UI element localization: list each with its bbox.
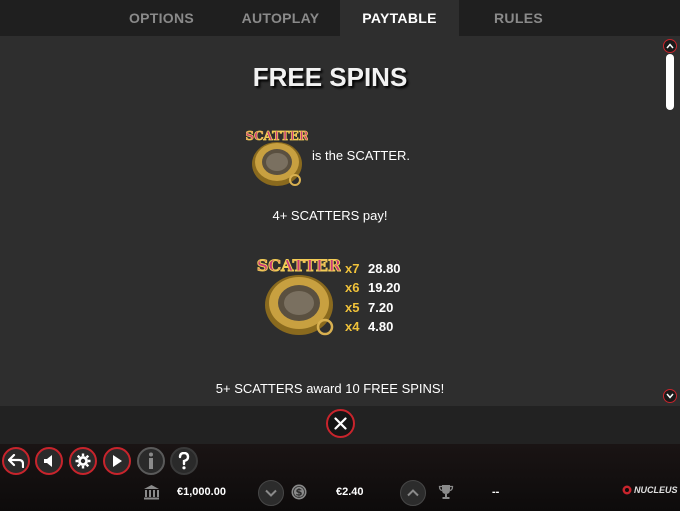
scatter-badge-text: SCATTER xyxy=(246,129,308,143)
payout-count: x6 xyxy=(345,280,360,296)
payout-count: x7 xyxy=(345,261,360,276)
paytable-panel: FREE SPINS SCATTER is the SCATTER. 4+ SC… xyxy=(0,36,660,406)
play-button[interactable] xyxy=(103,447,131,475)
bet-increase-button[interactable] xyxy=(400,480,426,506)
payout-row: x6 19.20 xyxy=(345,278,401,297)
settings-button[interactable] xyxy=(69,447,97,475)
payout-value: 7.20 xyxy=(368,299,394,315)
scatter-symbol-large-icon: SCATTER xyxy=(257,256,341,336)
chevron-up-icon xyxy=(407,489,419,497)
tab-autoplay[interactable]: AUTOPLAY xyxy=(221,0,340,36)
balance-value: €1,000.00 xyxy=(177,486,226,498)
payout-count: x5 xyxy=(345,299,360,315)
coin-icon: $ xyxy=(291,484,307,500)
scroll-thumb[interactable] xyxy=(666,54,674,110)
win-value: -- xyxy=(492,486,500,498)
tab-options[interactable]: OPTIONS xyxy=(102,0,221,36)
pay-note: 4+ SCATTERS pay! xyxy=(272,208,388,223)
bet-decrease-button[interactable] xyxy=(258,480,284,506)
provider-logo-text: NUCLEUS xyxy=(634,485,678,495)
svg-text:$: $ xyxy=(296,488,303,499)
nucleus-logo-icon xyxy=(622,485,632,495)
payout-row: x4 4.80 xyxy=(345,317,401,336)
tab-bar: OPTIONS AUTOPLAY PAYTABLE RULES xyxy=(0,0,680,36)
back-button[interactable] xyxy=(2,447,30,475)
chevron-up-icon xyxy=(666,43,674,49)
payout-table: x7 28.80 x6 19.20 x5 7.20 x4 4.80 xyxy=(345,259,401,336)
close-icon xyxy=(334,417,347,430)
play-icon xyxy=(113,455,122,467)
payout-row: x7 28.80 xyxy=(345,259,401,278)
info-button[interactable] xyxy=(137,447,165,475)
free-spins-award-text: 5+ SCATTERS award 10 FREE SPINS! xyxy=(215,381,445,396)
help-button[interactable] xyxy=(170,447,198,475)
settings-icon xyxy=(75,453,91,469)
balance-row: €1,000.00 $ €2.40 -- NUCLEUS xyxy=(0,480,680,506)
game-control-bar: €1,000.00 $ €2.40 -- NUCLEUS xyxy=(0,444,680,511)
bank-icon xyxy=(144,485,159,500)
payout-value: 4.80 xyxy=(368,318,394,334)
close-bar xyxy=(0,406,680,444)
scatter-symbol-icon: SCATTER xyxy=(246,129,308,186)
payout-row: x5 7.20 xyxy=(345,298,401,317)
bet-value: €2.40 xyxy=(336,486,364,498)
scatter-description: is the SCATTER. xyxy=(312,148,411,163)
scroll-down-button[interactable] xyxy=(663,389,677,403)
scatter-badge-large-text: SCATTER xyxy=(257,256,341,275)
close-button[interactable] xyxy=(326,409,355,438)
tab-rules[interactable]: RULES xyxy=(459,0,578,36)
payout-value: 28.80 xyxy=(368,261,401,276)
tab-paytable[interactable]: PAYTABLE xyxy=(340,0,459,36)
scrollbar[interactable] xyxy=(660,36,680,406)
payout-value: 19.20 xyxy=(368,280,401,296)
chevron-down-icon xyxy=(265,489,277,497)
sound-icon xyxy=(44,455,52,467)
payout-count: x4 xyxy=(345,318,360,334)
chevron-down-icon xyxy=(666,393,674,399)
provider-logo: NUCLEUS xyxy=(622,485,678,495)
trophy-icon xyxy=(438,485,454,499)
back-icon xyxy=(8,454,24,468)
scroll-up-button[interactable] xyxy=(663,39,677,53)
sound-button[interactable] xyxy=(35,447,63,475)
section-title: FREE SPINS xyxy=(252,62,408,92)
info-icon xyxy=(149,452,153,469)
help-icon xyxy=(178,452,190,470)
